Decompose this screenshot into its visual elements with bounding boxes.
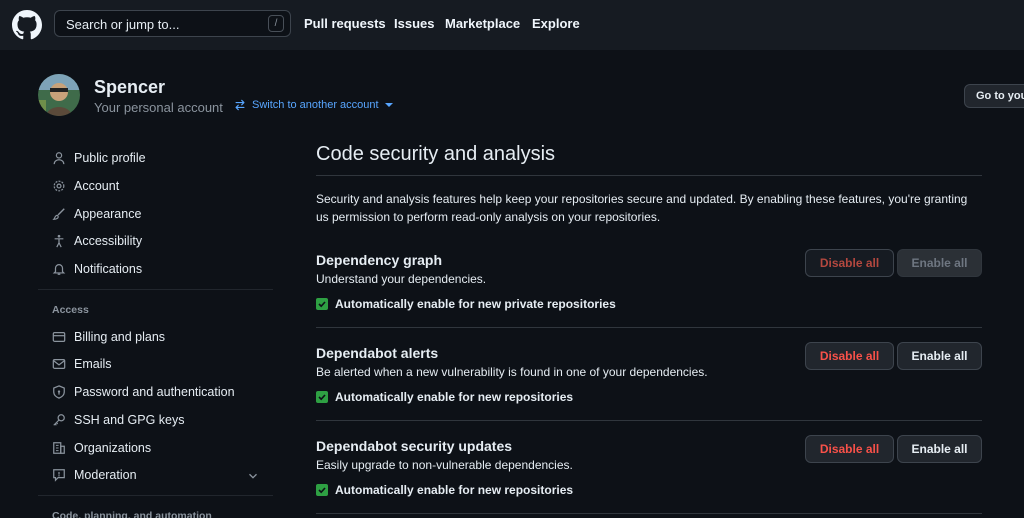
sidebar-item-ssh-gpg[interactable]: SSH and GPG keys bbox=[52, 410, 184, 430]
avatar[interactable] bbox=[38, 74, 80, 116]
sidebar-item-public-profile[interactable]: Public profile bbox=[52, 148, 146, 168]
sidebar-item-account[interactable]: Account bbox=[52, 176, 119, 196]
section-description: Be alerted when a new vulnerability is f… bbox=[316, 365, 708, 379]
auto-enable-checkbox-row[interactable]: Automatically enable for new repositorie… bbox=[316, 390, 573, 404]
sidebar-item-label: Notifications bbox=[74, 262, 143, 276]
nav-marketplace[interactable]: Marketplace bbox=[445, 16, 520, 31]
section-description: Easily upgrade to non-vulnerable depende… bbox=[316, 458, 573, 472]
sidebar-item-label: Accessibility bbox=[74, 234, 143, 248]
sidebar-item-label: Emails bbox=[74, 357, 112, 371]
accessibility-icon bbox=[54, 234, 64, 248]
checkbox-label: Automatically enable for new private rep… bbox=[335, 297, 616, 311]
sidebar-divider bbox=[38, 495, 273, 496]
chevron-down-icon[interactable] bbox=[246, 469, 260, 483]
title-divider bbox=[316, 175, 982, 176]
github-logo-icon[interactable] bbox=[12, 10, 42, 40]
checkbox-label: Automatically enable for new repositorie… bbox=[335, 483, 574, 497]
intro-text: Security and analysis features help keep… bbox=[316, 192, 968, 224]
section-title-dependency-graph: Dependency graph bbox=[316, 252, 443, 268]
auto-enable-checkbox-row[interactable]: Automatically enable for new private rep… bbox=[316, 297, 616, 311]
auto-enable-checkbox-row[interactable]: Automatically enable for new repositorie… bbox=[316, 483, 573, 497]
slash-shortcut-icon: / bbox=[268, 15, 284, 32]
bell-icon bbox=[52, 264, 66, 275]
check-icon bbox=[318, 301, 326, 308]
caret-down-icon bbox=[384, 103, 393, 107]
check-icon bbox=[318, 394, 326, 401]
checkbox-label: Automatically enable for new repositorie… bbox=[335, 390, 574, 404]
sidebar-heading-code: Code, planning, and automation bbox=[52, 510, 212, 518]
enable-all-button[interactable]: Enable all bbox=[897, 249, 982, 277]
disable-all-button[interactable]: Disable all bbox=[805, 435, 894, 463]
sidebar-item-accessibility[interactable]: Accessibility bbox=[52, 231, 142, 251]
sidebar-item-password-auth[interactable]: Password and authentication bbox=[52, 382, 235, 402]
page-title: Code security and analysis bbox=[316, 143, 556, 165]
section-description: Understand your dependencies. bbox=[316, 272, 487, 286]
organization-icon bbox=[53, 442, 65, 454]
checkbox-checked[interactable] bbox=[316, 484, 328, 496]
report-icon bbox=[53, 469, 65, 482]
nav-pull-requests[interactable]: Pull requests bbox=[304, 16, 386, 31]
sidebar-item-label: Public profile bbox=[74, 151, 146, 165]
enable-all-button[interactable]: Enable all bbox=[897, 342, 982, 370]
section-title-dependabot-alerts: Dependabot alerts bbox=[316, 345, 439, 361]
account-username: Spencer bbox=[94, 77, 166, 97]
sidebar-item-appearance[interactable]: Appearance bbox=[52, 204, 141, 224]
sidebar-item-organizations[interactable]: Organizations bbox=[52, 438, 151, 458]
section-divider bbox=[316, 327, 982, 328]
sidebar-item-label: Appearance bbox=[74, 207, 142, 221]
checkbox-checked[interactable] bbox=[316, 298, 328, 310]
top-header: Search or jump to... / Pull requests Iss… bbox=[0, 0, 1024, 50]
sidebar-item-label: Account bbox=[74, 179, 120, 193]
sidebar-item-label: SSH and GPG keys bbox=[74, 413, 185, 427]
check-icon bbox=[318, 487, 326, 494]
sidebar-item-label: Password and authentication bbox=[74, 385, 235, 399]
credit-card-icon bbox=[52, 332, 66, 342]
sidebar-heading-access: Access bbox=[52, 304, 89, 316]
go-to-profile-button[interactable]: Go to your personal profile bbox=[964, 84, 1024, 108]
section-title-dependabot-security-updates: Dependabot security updates bbox=[316, 438, 513, 454]
search-placeholder: Search or jump to... bbox=[66, 17, 180, 32]
person-icon bbox=[53, 152, 65, 165]
arrow-switch-icon bbox=[235, 99, 245, 111]
section-divider bbox=[316, 420, 982, 421]
sidebar-item-label: Billing and plans bbox=[74, 330, 166, 344]
nav-issues[interactable]: Issues bbox=[394, 16, 434, 31]
sidebar-divider bbox=[38, 289, 273, 290]
disable-all-button[interactable]: Disable all bbox=[805, 249, 894, 277]
sidebar-item-notifications[interactable]: Notifications bbox=[52, 259, 142, 279]
enable-all-button[interactable]: Enable all bbox=[897, 435, 982, 463]
key-icon bbox=[53, 414, 65, 426]
switch-account-link[interactable]: Switch to another account bbox=[234, 99, 393, 111]
search-input[interactable]: Search or jump to... / bbox=[54, 10, 291, 37]
mail-icon bbox=[52, 359, 66, 369]
sidebar-item-label: Moderation bbox=[74, 468, 137, 482]
shield-lock-icon bbox=[53, 385, 65, 399]
sidebar-item-moderation[interactable]: Moderation bbox=[52, 465, 137, 485]
sidebar-item-label: Organizations bbox=[74, 441, 152, 455]
switch-account-label: Switch to another account bbox=[252, 99, 379, 111]
sidebar-item-billing[interactable]: Billing and plans bbox=[52, 327, 165, 347]
disable-all-button[interactable]: Disable all bbox=[805, 342, 894, 370]
checkbox-checked[interactable] bbox=[316, 391, 328, 403]
nav-explore[interactable]: Explore bbox=[532, 16, 580, 31]
sidebar-item-emails[interactable]: Emails bbox=[52, 354, 112, 374]
gear-icon bbox=[53, 180, 65, 192]
section-divider bbox=[316, 513, 982, 514]
paintbrush-icon bbox=[52, 208, 65, 220]
account-subtitle: Your personal account bbox=[94, 100, 223, 115]
